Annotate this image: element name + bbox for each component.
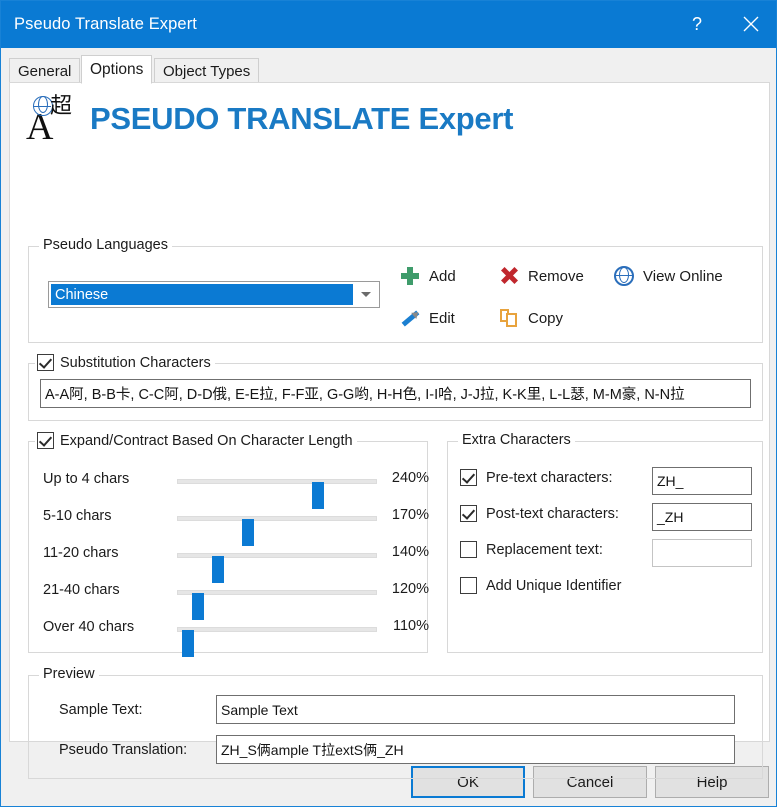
view-online-button[interactable]: View Online bbox=[614, 266, 723, 286]
sample-text-label: Sample Text: bbox=[59, 702, 143, 718]
pre-text-characters-row: Pre-text characters: bbox=[460, 469, 613, 486]
edit-language-label: Edit bbox=[429, 309, 455, 327]
slider-label: Up to 4 chars bbox=[43, 471, 130, 487]
pre-text-characters-checkbox[interactable] bbox=[460, 469, 477, 486]
substitution-characters-checkbox[interactable] bbox=[37, 354, 54, 371]
close-icon bbox=[743, 16, 759, 32]
slider-track[interactable] bbox=[177, 553, 377, 583]
plus-icon bbox=[400, 266, 420, 286]
remove-language-button[interactable]: Remove bbox=[499, 266, 584, 286]
slider-label: 5-10 chars bbox=[43, 508, 112, 524]
slider-track[interactable] bbox=[177, 627, 377, 657]
globe-icon bbox=[614, 266, 634, 286]
preview-group: Preview Sample Text: Sample Text Pseudo … bbox=[28, 666, 763, 779]
copy-icon bbox=[499, 308, 519, 328]
brand-header: A 超 PSEUDO TRANSLATE Expert bbox=[26, 93, 514, 147]
slider-value: 170% bbox=[391, 507, 429, 523]
extra-characters-group-label: Extra Characters bbox=[458, 432, 575, 448]
post-text-characters-input[interactable]: _ZH bbox=[652, 503, 752, 531]
expand-contract-label: Expand/Contract Based On Character Lengt… bbox=[60, 432, 353, 449]
app-logo-icon: A 超 bbox=[26, 93, 80, 147]
substitution-characters-label: Substitution Characters bbox=[60, 354, 211, 371]
chevron-down-icon[interactable] bbox=[353, 292, 379, 297]
pre-text-characters-label: Pre-text characters: bbox=[486, 469, 613, 486]
pseudo-translation-input[interactable]: ZH_S俩ample T拉extS俩_ZH bbox=[216, 735, 735, 764]
expand-contract-group: Expand/Contract Based On Character Lengt… bbox=[28, 432, 429, 657]
language-combobox-value: Chinese bbox=[51, 284, 353, 305]
titlebar-help-button[interactable]: ? bbox=[674, 1, 720, 47]
remove-language-label: Remove bbox=[528, 267, 584, 285]
tab-options[interactable]: Options bbox=[81, 55, 153, 84]
replacement-text-input[interactable] bbox=[652, 539, 752, 567]
pencil-icon bbox=[400, 308, 420, 328]
replacement-text-label: Replacement text: bbox=[486, 541, 603, 558]
add-unique-identifier-label: Add Unique Identifier bbox=[486, 577, 622, 594]
language-combobox[interactable]: Chinese bbox=[48, 281, 380, 308]
substitution-characters-group-label: Substitution Characters bbox=[35, 354, 215, 371]
slider-row: 11-20 chars 140% bbox=[29, 540, 429, 583]
slider-label: 21-40 chars bbox=[43, 582, 120, 598]
add-unique-identifier-checkbox[interactable] bbox=[460, 577, 477, 594]
tab-strip: General Options Object Types bbox=[9, 55, 770, 84]
edit-language-button[interactable]: Edit bbox=[400, 308, 455, 328]
pre-text-characters-input[interactable]: ZH_ bbox=[652, 467, 752, 495]
slider-track[interactable] bbox=[177, 516, 377, 546]
add-language-button[interactable]: Add bbox=[400, 266, 456, 286]
brand-title: PSEUDO TRANSLATE Expert bbox=[90, 101, 514, 136]
replacement-text-row: Replacement text: bbox=[460, 541, 603, 558]
slider-row: 21-40 chars 120% bbox=[29, 577, 429, 620]
expand-contract-group-label: Expand/Contract Based On Character Lengt… bbox=[35, 432, 357, 449]
replacement-text-checkbox[interactable] bbox=[460, 541, 477, 558]
slider-track[interactable] bbox=[177, 479, 377, 509]
pseudo-languages-group-label: Pseudo Languages bbox=[39, 237, 172, 253]
post-text-characters-label: Post-text characters: bbox=[486, 505, 619, 522]
view-online-label: View Online bbox=[643, 267, 723, 285]
slider-thumb[interactable] bbox=[182, 630, 194, 657]
slider-track[interactable] bbox=[177, 590, 377, 620]
slider-value: 120% bbox=[391, 581, 429, 597]
sample-text-input[interactable]: Sample Text bbox=[216, 695, 735, 724]
slider-value: 110% bbox=[392, 618, 429, 634]
titlebar-close-button[interactable] bbox=[728, 1, 774, 47]
slider-row: Up to 4 chars 240% bbox=[29, 466, 429, 509]
slider-label: Over 40 chars bbox=[43, 619, 135, 635]
copy-language-label: Copy bbox=[528, 309, 564, 327]
slider-row: Over 40 chars 110% bbox=[29, 614, 429, 657]
question-mark-icon: ? bbox=[691, 14, 702, 34]
tab-object-types[interactable]: Object Types bbox=[154, 58, 260, 83]
post-text-characters-row: Post-text characters: bbox=[460, 505, 619, 522]
preview-group-label: Preview bbox=[39, 666, 99, 682]
expand-contract-checkbox[interactable] bbox=[37, 432, 54, 449]
pseudo-translation-label: Pseudo Translation: bbox=[59, 742, 188, 758]
substitution-characters-input[interactable]: A-A阿, B-B卡, C-C阿, D-D俄, E-E拉, F-F亚, G-G哟… bbox=[40, 379, 751, 408]
window-title: Pseudo Translate Expert bbox=[14, 15, 197, 33]
x-icon bbox=[499, 266, 519, 286]
slider-value: 140% bbox=[391, 544, 429, 560]
title-bar: Pseudo Translate Expert ? bbox=[1, 1, 776, 48]
extra-characters-group: Extra Characters Pre-text characters: ZH… bbox=[447, 432, 763, 653]
add-language-label: Add bbox=[429, 267, 456, 285]
slider-label: 11-20 chars bbox=[43, 545, 119, 561]
options-tab-panel: A 超 PSEUDO TRANSLATE Expert Pseudo Langu… bbox=[9, 82, 770, 779]
logo-cjk-character: 超 bbox=[50, 93, 73, 118]
tab-general[interactable]: General bbox=[9, 58, 81, 83]
slider-row: 5-10 chars 170% bbox=[29, 503, 429, 546]
pseudo-translate-expert-dialog: Pseudo Translate Expert ? General Option… bbox=[0, 0, 777, 807]
copy-language-button[interactable]: Copy bbox=[499, 308, 563, 328]
slider-value: 240% bbox=[391, 470, 429, 486]
post-text-characters-checkbox[interactable] bbox=[460, 505, 477, 522]
add-unique-identifier-row: Add Unique Identifier bbox=[460, 577, 621, 594]
